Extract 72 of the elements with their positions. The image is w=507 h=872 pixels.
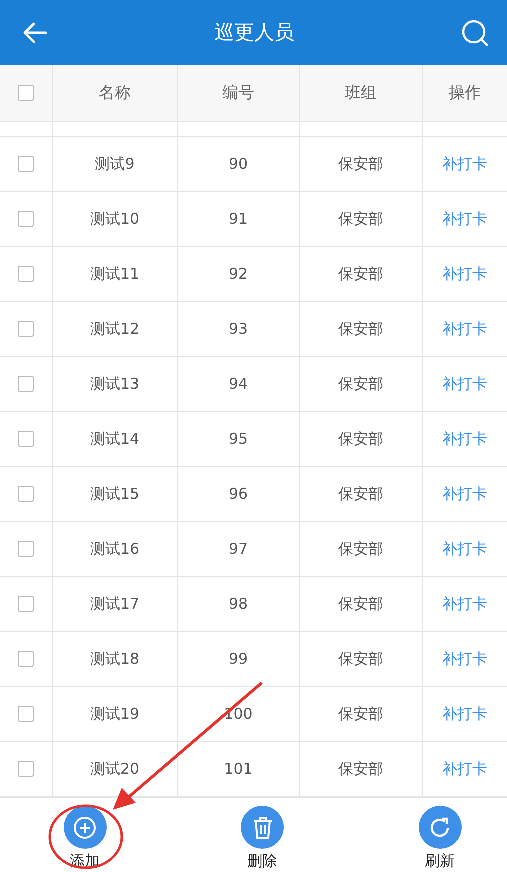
table-cell: 保安部 — [338, 430, 384, 448]
table-cell: 测试20 — [90, 760, 140, 778]
table-cell: 测试10 — [90, 210, 140, 228]
clock-in-link[interactable]: 补打卡 — [442, 704, 488, 724]
table-cell: 92 — [228, 265, 248, 283]
row-checkbox[interactable] — [18, 431, 34, 447]
table-cell: 90 — [228, 155, 248, 173]
table-cell: 测试15 — [90, 484, 140, 504]
column-header: 班组 — [345, 82, 377, 104]
clock-in-link[interactable]: 补打卡 — [442, 264, 488, 284]
table-cell: 保安部 — [338, 210, 384, 228]
table-cell: 93 — [228, 320, 248, 338]
column-header: 操作 — [449, 82, 481, 104]
table-cell: 101 — [224, 760, 253, 778]
table-cell: 测试11 — [90, 264, 140, 284]
page-title: 巡更人员 — [214, 19, 294, 46]
clock-in-link[interactable]: 补打卡 — [442, 430, 488, 448]
search-icon[interactable] — [461, 18, 489, 46]
table-cell: 99 — [228, 650, 248, 668]
table-cell: 测试17 — [90, 594, 140, 614]
table-cell: 保安部 — [338, 154, 384, 174]
clock-in-link[interactable]: 补打卡 — [442, 210, 488, 228]
row-checkbox[interactable] — [18, 651, 34, 667]
clock-in-link[interactable]: 补打卡 — [442, 374, 488, 394]
table-cell: 测试19 — [90, 704, 140, 724]
table-cell: 91 — [228, 210, 248, 228]
refresh-button[interactable]: 刷新 — [395, 798, 485, 872]
clock-in-link[interactable]: 补打卡 — [442, 484, 488, 504]
back-icon[interactable] — [22, 22, 48, 44]
clock-in-link[interactable]: 补打卡 — [442, 154, 488, 174]
delete-button[interactable]: 删除 — [218, 798, 308, 872]
table-cell: 保安部 — [338, 704, 384, 724]
column-header: 名称 — [99, 82, 131, 104]
row-checkbox[interactable] — [18, 706, 34, 722]
clock-in-link[interactable]: 补打卡 — [442, 594, 488, 614]
column-header: 编号 — [222, 82, 254, 104]
table-cell: 保安部 — [338, 374, 384, 394]
row-checkbox[interactable] — [18, 486, 34, 502]
table-cell: 测试14 — [90, 430, 140, 448]
table-cell: 保安部 — [338, 320, 384, 338]
clock-in-link[interactable]: 补打卡 — [442, 650, 488, 668]
table-cell: 96 — [228, 485, 248, 503]
table-cell: 97 — [228, 540, 248, 558]
select-all-checkbox[interactable] — [18, 85, 34, 101]
table-cell: 95 — [228, 430, 248, 448]
refresh-icon — [428, 816, 452, 840]
table-cell: 保安部 — [338, 594, 384, 614]
trash-icon — [252, 816, 274, 840]
clock-in-link[interactable]: 补打卡 — [442, 760, 488, 778]
table-cell: 94 — [228, 375, 248, 393]
table-cell: 保安部 — [338, 650, 384, 668]
table-cell: 测试16 — [90, 540, 140, 558]
row-checkbox[interactable] — [18, 596, 34, 612]
row-checkbox[interactable] — [18, 156, 34, 172]
table-cell: 测试18 — [90, 650, 140, 668]
table-cell: 保安部 — [338, 484, 384, 504]
table-cell: 测试13 — [90, 374, 140, 394]
table-cell: 98 — [228, 595, 248, 613]
row-checkbox[interactable] — [18, 211, 34, 227]
plus-icon — [73, 816, 97, 840]
table-cell: 测试9 — [95, 154, 135, 174]
clock-in-link[interactable]: 补打卡 — [442, 540, 488, 558]
table-cell: 保安部 — [338, 760, 384, 778]
table-cell: 测试12 — [90, 320, 140, 338]
row-checkbox[interactable] — [18, 376, 34, 392]
clock-in-link[interactable]: 补打卡 — [442, 320, 488, 338]
row-checkbox[interactable] — [18, 761, 34, 777]
table-cell: 保安部 — [338, 264, 384, 284]
row-checkbox[interactable] — [18, 541, 34, 557]
row-checkbox[interactable] — [18, 321, 34, 337]
table-cell: 保安部 — [338, 540, 384, 558]
row-checkbox[interactable] — [18, 266, 34, 282]
